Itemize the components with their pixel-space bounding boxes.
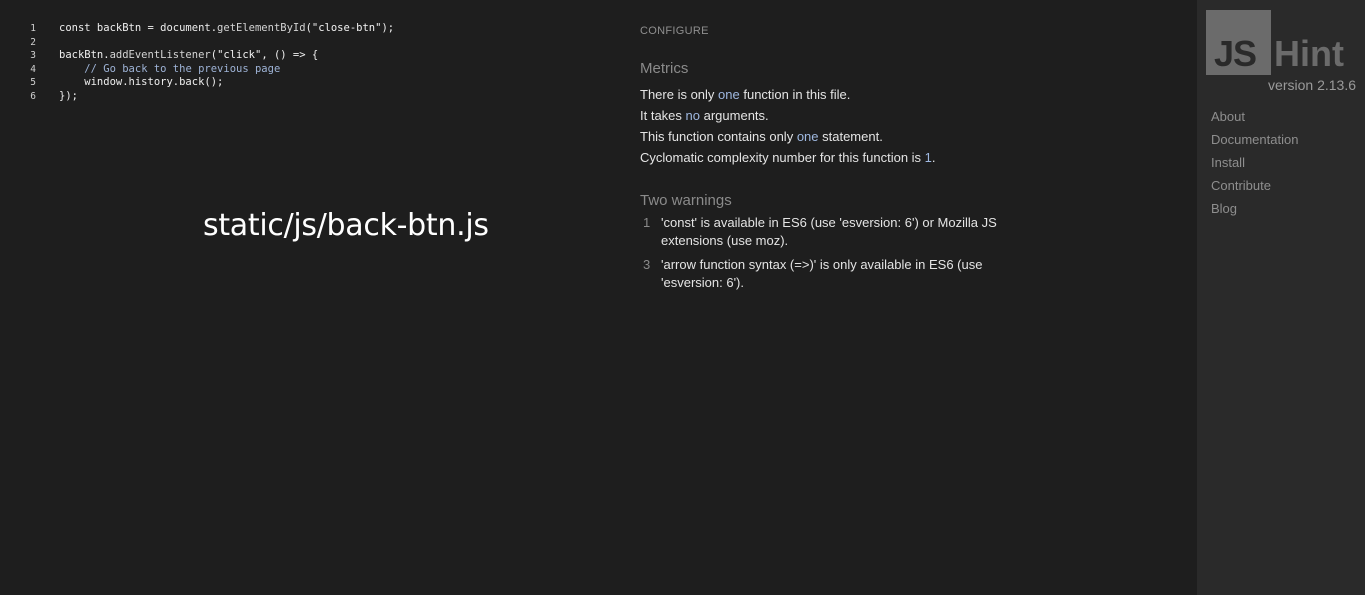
code-token: // Go back to the previous page — [84, 62, 281, 75]
line-code: const backBtn = document.getElementById(… — [59, 22, 394, 36]
warning-line-number[interactable]: 1 — [640, 214, 661, 250]
logo-hint-text: Hint — [1274, 33, 1344, 74]
warning-item[interactable]: 3 'arrow function syntax (=>)' is only a… — [640, 256, 1020, 292]
line-code: // Go back to the previous page — [59, 63, 280, 77]
jshint-app: 1 const backBtn = document.getElementById… — [0, 0, 1365, 595]
metrics-title: Metrics — [640, 60, 689, 77]
line-number: 6 — [30, 90, 36, 102]
warning-message: 'const' is available in ES6 (use 'esvers… — [661, 215, 997, 248]
code-line[interactable]: 4 // Go back to the previous page — [0, 63, 620, 77]
line-number: 3 — [30, 50, 36, 61]
code-token: , () => { — [261, 49, 319, 61]
nav-documentation[interactable]: Documentation — [1211, 131, 1298, 154]
line-number: 1 — [30, 23, 36, 34]
code-line[interactable]: 2 — [0, 36, 620, 50]
version-label: version 2.13.6 — [1268, 77, 1356, 93]
warnings-title: Two warnings — [640, 192, 732, 209]
line-number: 2 — [30, 36, 36, 48]
warning-item[interactable]: 1 'const' is available in ES6 (use 'esve… — [640, 214, 1020, 250]
line-code: window.history.back(); — [59, 76, 223, 90]
line-number: 4 — [30, 63, 36, 75]
metric-line: Cyclomatic complexity number for this fu… — [640, 150, 936, 165]
logo-js-text: JS — [1214, 33, 1257, 74]
metric-line: This function contains only one statemen… — [640, 129, 883, 144]
code-line[interactable]: 3 backBtn.addEventListener("click", () =>… — [0, 49, 620, 63]
warning-line-number[interactable]: 3 — [640, 256, 661, 292]
sidebar-nav: About Documentation Install Contribute B… — [1211, 108, 1298, 223]
line-number: 5 — [30, 77, 36, 88]
warning-message: 'arrow function syntax (=>)' is only ava… — [661, 257, 983, 290]
code-token: ); — [381, 22, 395, 34]
metric-line: It takes no arguments. — [640, 108, 769, 123]
code-token: backBtn. — [59, 49, 110, 61]
line-code: backBtn.addEventListener("click", () => … — [59, 49, 318, 63]
code-line[interactable]: 1 const backBtn = document.getElementById… — [0, 22, 620, 36]
jshint-logo[interactable]: JS Hint — [1206, 10, 1356, 75]
metric-line: There is only one function in this file. — [640, 87, 851, 102]
code-token: window.history.back(); — [59, 76, 224, 88]
code-line[interactable]: 6}); — [0, 90, 620, 104]
code-token: "close-btn" — [311, 22, 382, 34]
code-line[interactable]: 5 window.history.back(); — [0, 76, 620, 90]
code-token: addEventListener — [109, 49, 211, 61]
code-token: const backBtn = document. — [59, 22, 218, 34]
nav-contribute[interactable]: Contribute — [1211, 177, 1298, 200]
code-token: }); — [59, 89, 78, 102]
nav-install[interactable]: Install — [1211, 154, 1298, 177]
code-token: "click" — [217, 49, 262, 61]
line-code: }); — [59, 90, 78, 104]
code-lines: 1 const backBtn = document.getElementById… — [0, 22, 620, 103]
filename-label: static/js/back-btn.js — [203, 208, 489, 243]
code-token: getElementById — [217, 22, 306, 34]
code-editor[interactable]: 1 const backBtn = document.getElementById… — [0, 22, 620, 103]
configure-link[interactable]: CONFIGURE — [640, 25, 709, 37]
nav-blog[interactable]: Blog — [1211, 200, 1298, 223]
sidebar: JS Hint version 2.13.6 About Documentati… — [1197, 0, 1365, 595]
nav-about[interactable]: About — [1211, 108, 1298, 131]
